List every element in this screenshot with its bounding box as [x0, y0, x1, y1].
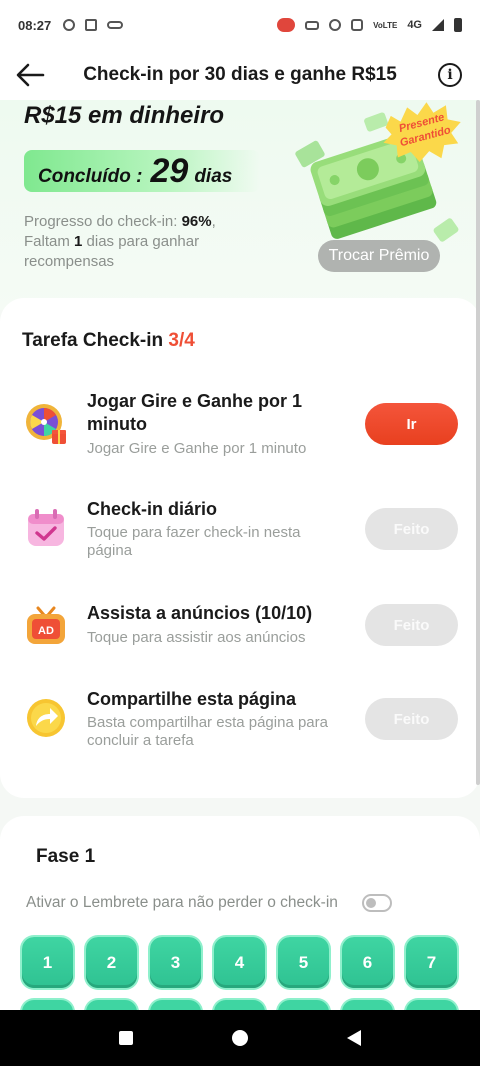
info-icon: i	[438, 63, 462, 87]
task-description: Toque para assistir aos anúncios	[87, 629, 306, 646]
day-tile[interactable]: 7	[406, 937, 457, 988]
task-title: Check-in diário	[87, 499, 218, 519]
info-button[interactable]: i	[420, 50, 480, 100]
remaining-prefix: Faltam	[24, 233, 75, 250]
task-item: AD Assista a anúncios (10/10) Toque para…	[0, 602, 480, 692]
location-icon	[329, 19, 342, 31]
page-title: Check-in por 30 dias e ganhe R$15	[83, 64, 397, 85]
home-icon[interactable]	[231, 1030, 248, 1046]
status-notification-icons	[63, 19, 124, 31]
day-tile[interactable]: 1	[22, 937, 73, 988]
day-tile[interactable]: 4	[214, 937, 265, 988]
task-header-count: 3/4	[168, 330, 195, 351]
calendar-check-icon	[28, 509, 64, 546]
reward-hero: R$15 em dinheiro Concluído : 29 dias Pro…	[0, 100, 480, 310]
completed-days-unit: dias	[194, 166, 233, 187]
day-tile[interactable]: 2	[86, 937, 137, 988]
task-description: Basta compartilhar esta página para conc…	[87, 714, 328, 749]
signal-icon	[432, 19, 444, 31]
progress-value: 96%	[181, 213, 212, 230]
task-title: Assista a anúncios (10/10)	[87, 603, 313, 623]
volte-label: VoLTE	[373, 20, 398, 30]
progress-label: Progresso do check-in:	[24, 213, 182, 230]
notification-icon	[63, 19, 76, 31]
day-tile[interactable]: 6	[342, 937, 393, 988]
reminder-toggle[interactable]	[362, 894, 392, 912]
arrow-left-icon	[16, 63, 45, 87]
prize-wheel-icon	[26, 404, 66, 444]
phase-title: Fase 1	[36, 846, 96, 867]
completed-days-count: 29	[150, 152, 189, 190]
app-bar: Check-in por 30 dias e ganhe R$15 i	[0, 50, 480, 100]
done-button[interactable]: Feito	[365, 508, 458, 550]
progress-text: Progresso do check-in: 96%, Faltam 1 dia…	[24, 212, 284, 272]
done-button[interactable]: Feito	[365, 698, 458, 740]
status-system-icons: VoLTE 4G	[277, 18, 462, 32]
swap-prize-button[interactable]: Trocar Prêmio	[318, 240, 440, 272]
task-header-label: Tarefa Check-in	[22, 330, 169, 351]
completed-days-pill: Concluído : 29 dias	[24, 150, 260, 192]
recents-icon[interactable]	[119, 1031, 134, 1045]
app-notification-icon	[85, 19, 98, 31]
completed-label: Concluído :	[38, 166, 143, 187]
task-header: Tarefa Check-in 3/4	[22, 330, 195, 352]
battery-icon	[454, 18, 462, 32]
task-title: Jogar Gire e Ganhe por 1 minuto	[87, 391, 303, 434]
ad-tv-icon: AD	[27, 606, 65, 644]
task-item: Compartilhe esta página Basta compartilh…	[0, 688, 480, 778]
done-button[interactable]: Feito	[365, 604, 458, 646]
screen-record-icon	[277, 18, 296, 32]
progress-comma: ,	[211, 213, 216, 230]
voicemail-icon	[107, 21, 124, 29]
status-bar: 08:27 VoLTE 4G	[0, 0, 480, 50]
mute-icon	[351, 19, 364, 31]
phase-card: Fase 1 Ativar o Lembrete para não perder…	[0, 816, 480, 1020]
status-time: 08:27	[18, 17, 52, 33]
scrollbar[interactable]	[476, 100, 480, 785]
day-row: 1 2 3 4 5 6 7	[22, 937, 457, 988]
back-triangle-icon[interactable]	[346, 1030, 361, 1046]
network-label: 4G	[407, 19, 422, 31]
task-title: Compartilhe esta página	[87, 689, 297, 709]
task-description: Toque para fazer check-in nesta página	[87, 524, 301, 559]
reward-title: R$15 em dinheiro	[24, 102, 225, 129]
svg-text:AD: AD	[38, 625, 54, 637]
system-nav-bar	[0, 1010, 480, 1066]
task-description: Jogar Gire e Ganhe por 1 minuto	[87, 440, 307, 457]
go-button[interactable]: Ir	[365, 403, 458, 445]
key-icon	[305, 20, 320, 30]
day-tile[interactable]: 3	[150, 937, 201, 988]
task-item: Check-in diário Toque para fazer check-i…	[0, 498, 480, 588]
back-button[interactable]	[0, 50, 60, 100]
task-item: Jogar Gire e Ganhe por 1 minuto Jogar Gi…	[0, 390, 480, 480]
reminder-label: Ativar o Lembrete para não perder o chec…	[26, 894, 338, 911]
day-tile[interactable]: 5	[278, 937, 329, 988]
share-arrow-icon	[27, 699, 65, 737]
task-card: Tarefa Check-in 3/4 Jogar Gire e Ganhe p…	[0, 298, 480, 798]
